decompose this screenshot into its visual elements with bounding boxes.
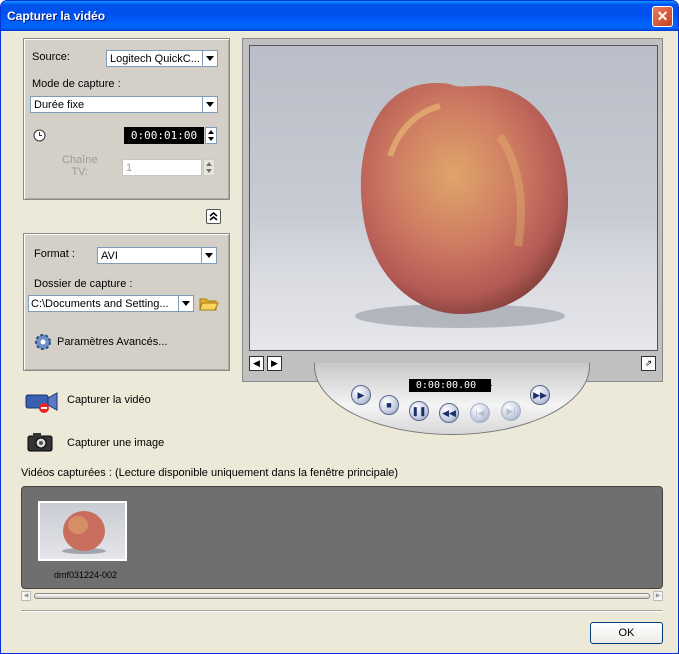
source-dropdown[interactable]: Logitech QuickC...: [106, 50, 218, 67]
tv-channel-spinner[interactable]: [203, 159, 215, 176]
capture-mode-value: Durée fixe: [34, 99, 85, 111]
video-preview: [249, 45, 658, 351]
capture-video-dialog: Capturer la vidéo ✕ Source: Logitech Qui…: [0, 0, 679, 654]
tv-channel-label-line1: Chaîne: [62, 154, 98, 166]
window-title: Capturer la vidéo: [7, 9, 106, 23]
timecode-display: 0:00:00.00: [409, 379, 483, 392]
next-frame-icon[interactable]: ▶: [267, 356, 282, 371]
captured-videos-strip: dmf031224-002: [21, 486, 663, 589]
capture-image-button[interactable]: Capturer une image: [67, 437, 164, 449]
advanced-settings-link[interactable]: Paramètres Avancés...: [57, 336, 167, 348]
fast-forward-button[interactable]: ▶▶: [530, 385, 550, 405]
title-bar: Capturer la vidéo ✕: [1, 1, 678, 31]
apple-image: [355, 83, 569, 328]
duration-display[interactable]: 0:00:01:00: [124, 127, 204, 144]
close-button[interactable]: ✕: [652, 6, 673, 27]
tv-channel-value: 1: [126, 162, 133, 174]
format-settings-panel: Format : AVI Dossier de capture : C:\Doc…: [23, 233, 230, 371]
folder-icon[interactable]: [199, 295, 219, 313]
chevron-down-icon: [202, 97, 217, 112]
camcorder-icon[interactable]: [24, 388, 61, 414]
detach-preview-icon[interactable]: ⇗: [641, 356, 656, 371]
preview-panel: ◀ ▶ ⇗: [242, 38, 663, 382]
format-dropdown[interactable]: AVI: [97, 247, 217, 264]
rewind-button[interactable]: ◀◀: [439, 403, 459, 423]
capture-folder-label: Dossier de capture :: [34, 278, 133, 290]
capture-video-button[interactable]: Capturer la vidéo: [67, 394, 151, 406]
tv-channel-input[interactable]: 1: [122, 159, 202, 176]
source-label: Source:: [32, 51, 70, 63]
video-thumbnail-label: dmf031224-002: [54, 570, 118, 580]
ok-button[interactable]: OK: [590, 622, 663, 644]
thumbnail-image: [62, 511, 106, 554]
capture-folder-value: C:\Documents and Setting...: [31, 298, 169, 310]
capture-mode-label: Mode de capture :: [32, 78, 121, 90]
chevron-down-icon: [202, 51, 217, 66]
pause-button[interactable]: ❚❚: [409, 401, 429, 421]
capture-mode-dropdown[interactable]: Durée fixe: [30, 96, 218, 113]
gear-icon: [35, 334, 51, 350]
capture-settings-panel: Source: Logitech QuickC... Mode de captu…: [23, 38, 230, 200]
horizontal-scrollbar[interactable]: ◀ ▶: [21, 591, 663, 601]
collapse-up-icon[interactable]: [206, 209, 221, 224]
format-value: AVI: [101, 250, 118, 262]
capture-folder-dropdown[interactable]: C:\Documents and Setting...: [28, 295, 194, 312]
stop-button[interactable]: ■: [379, 395, 399, 415]
go-to-end-button[interactable]: ▶|: [501, 401, 521, 421]
chevron-down-icon: [178, 296, 193, 311]
footer-divider: [21, 610, 663, 612]
source-value: Logitech QuickC...: [110, 53, 200, 65]
transport-controls: 0:00:00.00 ▶ ■ ❚❚ ◀◀ |◀ ▶| ▶▶: [314, 363, 590, 435]
format-label: Format :: [34, 248, 75, 260]
video-thumbnail[interactable]: [38, 501, 127, 561]
captured-videos-header: Vidéos capturées : (Lecture disponible u…: [21, 467, 399, 479]
camera-icon[interactable]: [27, 431, 55, 453]
tv-channel-label-line2: TV:: [71, 166, 89, 178]
scroll-thumb[interactable]: [34, 593, 650, 599]
duration-spinner[interactable]: [205, 127, 217, 144]
chevron-down-icon: [201, 248, 216, 263]
tv-channel-label: Chaîne TV:: [62, 154, 97, 178]
clock-icon: [33, 129, 46, 142]
timecode-spinner[interactable]: [483, 379, 492, 392]
go-to-start-button[interactable]: |◀: [470, 403, 490, 423]
scroll-left-arrow[interactable]: ◀: [21, 591, 31, 601]
scroll-right-arrow[interactable]: ▶: [653, 591, 663, 601]
previous-frame-icon[interactable]: ◀: [249, 356, 264, 371]
play-button[interactable]: ▶: [351, 385, 371, 405]
